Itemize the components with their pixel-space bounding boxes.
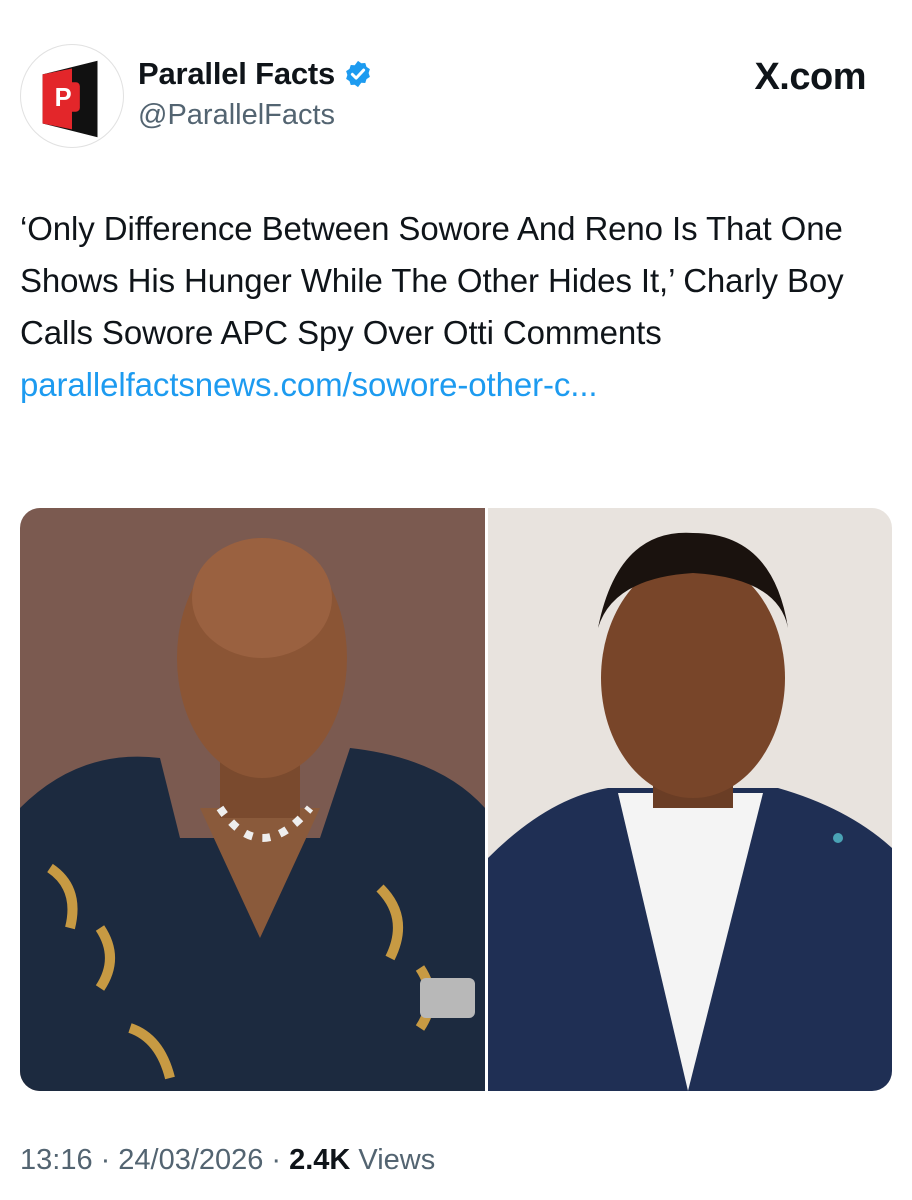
views-count[interactable]: 2.4K [289, 1144, 350, 1176]
meta-separator: · [271, 1144, 282, 1176]
portrait-suited-man-image [488, 508, 892, 1091]
tweet-meta: 13:16 · 24/03/2026 · 2.4K Views [20, 1144, 435, 1177]
verified-badge-icon [346, 60, 370, 88]
media-photo-left[interactable] [20, 508, 485, 1091]
tweet-media[interactable] [20, 508, 892, 1091]
media-photo-right[interactable] [488, 508, 892, 1091]
logo-letter: P [55, 84, 72, 112]
views-label: Views [358, 1144, 436, 1176]
meta-separator: · [100, 1144, 111, 1176]
tweet-body: ‘Only Difference Between Sowore And Reno… [20, 210, 844, 351]
x-brand-label: X.com [754, 56, 866, 98]
account-avatar[interactable]: P [20, 44, 124, 148]
account-handle[interactable]: @ParallelFacts [138, 99, 335, 132]
tweet-link[interactable]: parallelfactsnews.com/sowore-other-c... [20, 366, 598, 403]
account-name-row: Parallel Facts [138, 55, 373, 93]
parallel-facts-logo: P [42, 60, 98, 138]
account-display-name[interactable]: Parallel Facts [138, 56, 335, 92]
portrait-bald-man-image [20, 508, 485, 1091]
tweet-text: ‘Only Difference Between Sowore And Reno… [20, 203, 880, 411]
tweet-time[interactable]: 13:16 [20, 1144, 93, 1177]
tweet-date[interactable]: 24/03/2026 [118, 1144, 263, 1177]
